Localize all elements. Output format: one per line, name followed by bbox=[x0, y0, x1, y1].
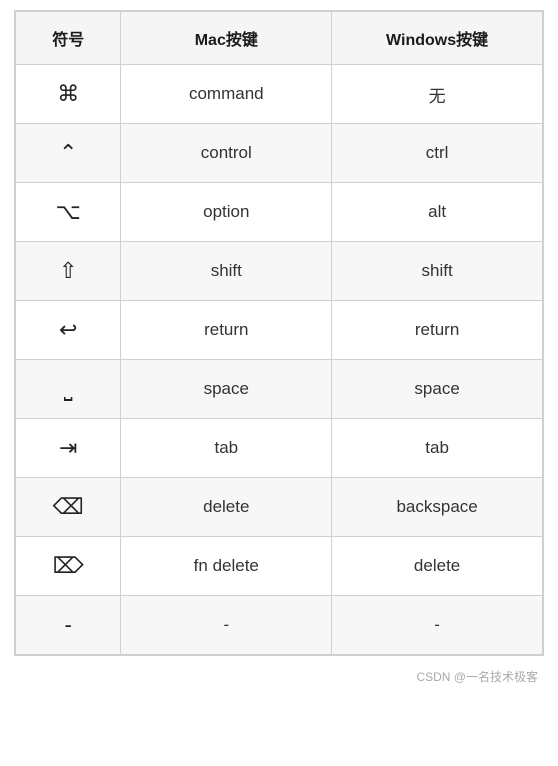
header-symbol: 符号 bbox=[16, 12, 121, 65]
cell-mac: tab bbox=[121, 419, 332, 478]
table-row: ↩returnreturn bbox=[16, 301, 543, 360]
table-row: ⌥optionalt bbox=[16, 183, 543, 242]
table-row: ⇧shiftshift bbox=[16, 242, 543, 301]
watermark: CSDN @一名技术极客 bbox=[416, 668, 558, 685]
cell-mac: shift bbox=[121, 242, 332, 301]
cell-mac: space bbox=[121, 360, 332, 419]
table-row: ⎵spacespace bbox=[16, 360, 543, 419]
table-row: --- bbox=[16, 596, 543, 655]
table-header-row: 符号 Mac按键 Windows按键 bbox=[16, 12, 543, 65]
cell-windows: backspace bbox=[332, 478, 543, 537]
table-row: ⇥tabtab bbox=[16, 419, 543, 478]
cell-mac: fn delete bbox=[121, 537, 332, 596]
header-mac: Mac按键 bbox=[121, 12, 332, 65]
table-row: ⌃controlctrl bbox=[16, 124, 543, 183]
cell-symbol: ⎵ bbox=[16, 360, 121, 419]
cell-windows: return bbox=[332, 301, 543, 360]
header-windows: Windows按键 bbox=[332, 12, 543, 65]
cell-windows: ctrl bbox=[332, 124, 543, 183]
table-row: ⌫deletebackspace bbox=[16, 478, 543, 537]
cell-mac: command bbox=[121, 65, 332, 124]
cell-windows: - bbox=[332, 596, 543, 655]
cell-windows: 无 bbox=[332, 65, 543, 124]
table-row: ⌦fn deletedelete bbox=[16, 537, 543, 596]
cell-symbol: ⇥ bbox=[16, 419, 121, 478]
cell-windows: delete bbox=[332, 537, 543, 596]
cell-mac: - bbox=[121, 596, 332, 655]
cell-symbol: ⇧ bbox=[16, 242, 121, 301]
cell-mac: return bbox=[121, 301, 332, 360]
table-row: ⌘command无 bbox=[16, 65, 543, 124]
keyboard-table: 符号 Mac按键 Windows按键 ⌘command无⌃controlctrl… bbox=[14, 10, 544, 656]
cell-windows: alt bbox=[332, 183, 543, 242]
cell-symbol: - bbox=[16, 596, 121, 655]
cell-windows: space bbox=[332, 360, 543, 419]
cell-windows: tab bbox=[332, 419, 543, 478]
cell-mac: option bbox=[121, 183, 332, 242]
cell-mac: control bbox=[121, 124, 332, 183]
cell-symbol: ⌫ bbox=[16, 478, 121, 537]
cell-symbol: ⌃ bbox=[16, 124, 121, 183]
cell-symbol: ⌥ bbox=[16, 183, 121, 242]
cell-symbol: ⌘ bbox=[16, 65, 121, 124]
cell-windows: shift bbox=[332, 242, 543, 301]
cell-mac: delete bbox=[121, 478, 332, 537]
cell-symbol: ↩ bbox=[16, 301, 121, 360]
cell-symbol: ⌦ bbox=[16, 537, 121, 596]
